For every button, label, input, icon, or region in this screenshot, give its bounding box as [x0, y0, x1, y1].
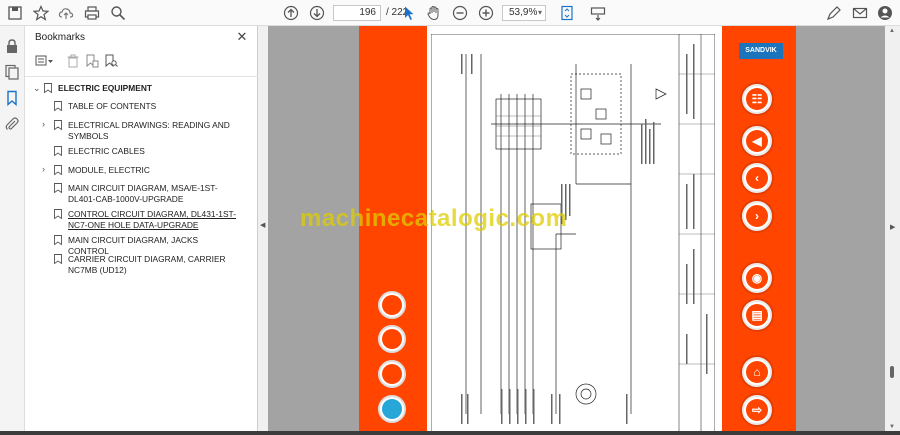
send-mail-icon[interactable] — [850, 3, 870, 23]
collapse-chevron-icon[interactable]: ⌄ — [33, 83, 41, 94]
bookmark-icon — [54, 183, 62, 193]
print-icon[interactable] — [82, 3, 102, 23]
close-panel-button[interactable]: ✕ — [235, 29, 249, 44]
main-toolbar: 196 / 222 53,9% ▾ — [0, 0, 900, 26]
catalog-nav-button-3[interactable] — [378, 360, 406, 388]
pages-thumbnails-icon[interactable] — [4, 64, 20, 80]
next-page-button[interactable] — [307, 3, 327, 23]
bookmark-icon — [54, 235, 62, 245]
keyboard-scroll-icon[interactable] — [588, 3, 608, 23]
zoom-out-icon[interactable] — [450, 3, 470, 23]
bookmarks-panel-title: Bookmarks — [35, 32, 86, 43]
save-icon[interactable] — [5, 3, 25, 23]
scroll-up-arrow-icon: ▲ — [889, 28, 895, 34]
bookmark-label: ELECTRIC CABLES — [68, 146, 145, 156]
bookmark-label: CONTROL CIRCUIT DIAGRAM, DL431-1ST-NC7-O… — [68, 209, 236, 230]
exit-door-icon: ⇨ — [746, 399, 768, 421]
bookmark-label: ELECTRIC EQUIPMENT — [58, 83, 152, 93]
home-button[interactable]: ⌂ — [742, 357, 772, 387]
expand-chevron-icon[interactable]: › — [42, 164, 45, 174]
bookmark-label: MODULE, ELECTRIC — [68, 165, 150, 175]
vertical-scrollbar[interactable]: ▲ ▶ ▼ — [885, 26, 900, 435]
page-number-input[interactable]: 196 — [333, 5, 381, 21]
bookmark-label: MAIN CIRCUIT DIAGRAM, JACKS CONTROL — [68, 235, 199, 256]
cloud-upload-icon[interactable] — [56, 3, 76, 23]
catalog-nav-button-1[interactable] — [378, 291, 406, 319]
print-catalog-button[interactable]: ▤ — [742, 300, 772, 330]
previous-catalog-page-button[interactable]: ‹ — [742, 163, 772, 193]
find-bookmark-icon[interactable] — [104, 54, 118, 68]
expand-chevron-icon[interactable]: › — [42, 119, 45, 129]
hand-tool-icon[interactable] — [424, 3, 444, 23]
bookmark-item-main-circuit-diagram[interactable]: MAIN CIRCUIT DIAGRAM, MSA/E-1ST-DL401-CA… — [54, 183, 240, 205]
bookmark-item-module-electric[interactable]: MODULE, ELECTRIC — [54, 165, 238, 176]
bookmark-icon — [54, 254, 62, 264]
catalog-nav-button-2[interactable] — [378, 325, 406, 353]
next-catalog-page-button[interactable]: › — [742, 201, 772, 231]
bookmark-label: CARRIER CIRCUIT DIAGRAM, CARRIER NC7MB (… — [68, 254, 226, 275]
bookmark-icon — [54, 120, 62, 130]
bookmark-item-table-of-contents[interactable]: TABLE OF CONTENTS — [54, 101, 238, 112]
watermark-text: machinecatalogic.com — [300, 205, 568, 232]
sign-pen-icon[interactable] — [824, 3, 844, 23]
bookmark-item-carrier-circuit-diagram[interactable]: CARRIER CIRCUIT DIAGRAM, CARRIER NC7MB (… — [54, 254, 240, 276]
panel-collapse-handle[interactable]: ◀ — [258, 26, 268, 435]
divider — [25, 76, 258, 77]
bookmarks-panel: Bookmarks ✕ ⌄ ELECTRIC EQUIPMENT TABLE O… — [25, 26, 258, 435]
bookmark-item-electric-cables[interactable]: ELECTRIC CABLES — [54, 146, 238, 157]
select-cursor-icon[interactable] — [399, 3, 419, 23]
zoom-level-select[interactable]: 53,9% ▾ — [502, 5, 546, 21]
circuit-schematic — [431, 34, 715, 434]
scroll-thumb[interactable] — [890, 366, 894, 378]
first-page-button[interactable]: ◀ — [742, 126, 772, 156]
bookmark-item-control-circuit-diagram[interactable]: CONTROL CIRCUIT DIAGRAM, DL431-1ST-NC7-O… — [54, 209, 246, 231]
attachment-paperclip-icon[interactable] — [4, 116, 20, 132]
scroll-down-arrow-icon: ▼ — [889, 424, 895, 430]
bookmark-icon — [54, 101, 62, 111]
sandvik-logo: SANDVIK — [739, 43, 783, 59]
collapse-arrow-icon: ◀ — [260, 222, 266, 229]
fit-page-icon[interactable] — [557, 3, 577, 23]
bookmark-label: TABLE OF CONTENTS — [68, 101, 157, 111]
bookmark-label: ELECTRICAL DRAWINGS: READING AND SYMBOLS — [68, 120, 230, 141]
account-icon[interactable] — [875, 3, 895, 23]
shopping-cart-button[interactable]: ☷ — [742, 84, 772, 114]
first-page-icon: ◀ — [746, 130, 768, 152]
bookmark-icon — [54, 209, 62, 219]
new-bookmark-icon[interactable] — [85, 54, 99, 68]
catalog-nav-button-4[interactable] — [378, 395, 406, 423]
home-icon: ⌂ — [746, 361, 768, 383]
zoom-in-icon[interactable] — [476, 3, 496, 23]
zoom-level-value: 53,9% — [509, 7, 538, 18]
bookmark-item-electric-equipment[interactable]: ELECTRIC EQUIPMENT — [44, 83, 248, 94]
binoculars-icon: ◉ — [746, 267, 768, 289]
exit-button[interactable]: ⇨ — [742, 395, 772, 425]
zoom-search-icon[interactable] — [108, 3, 128, 23]
bookmark-item-electrical-drawings[interactable]: ELECTRICAL DRAWINGS: READING AND SYMBOLS — [54, 120, 238, 142]
chevron-right-icon: › — [746, 205, 768, 227]
left-navigation-rail — [0, 26, 25, 435]
bookmark-icon — [44, 83, 52, 93]
bookmark-panel-icon[interactable] — [4, 90, 20, 107]
printer-icon: ▤ — [746, 304, 768, 326]
bookmark-icon — [54, 146, 62, 156]
chevron-left-icon: ‹ — [746, 167, 768, 189]
star-icon[interactable] — [31, 3, 51, 23]
lock-icon[interactable] — [4, 38, 20, 54]
right-orange-band: ☷ ◀ ‹ › ◉ ▤ ⌂ ⇨ — [722, 26, 796, 435]
delete-bookmark-icon[interactable] — [66, 54, 80, 68]
bookmark-label: MAIN CIRCUIT DIAGRAM, MSA/E-1ST-DL401-CA… — [68, 183, 218, 204]
options-menu-icon[interactable] — [35, 54, 55, 68]
previous-page-button[interactable] — [281, 3, 301, 23]
chevron-down-icon: ▾ — [537, 8, 542, 17]
scroll-right-arrow-icon: ▶ — [890, 224, 896, 231]
bookmark-icon — [54, 165, 62, 175]
taskbar-strip — [0, 431, 900, 435]
search-binoculars-button[interactable]: ◉ — [742, 263, 772, 293]
shopping-cart-icon: ☷ — [746, 88, 768, 110]
